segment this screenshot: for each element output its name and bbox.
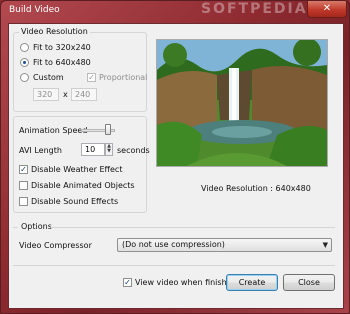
avi-length-unit: seconds — [117, 146, 150, 155]
view-when-finish-label[interactable]: View video when finish — [135, 278, 227, 287]
softpedia-watermark: SOFTPEDIA — [201, 1, 308, 17]
video-compressor-value: (Do not use compression) — [122, 240, 225, 249]
dialog-client-area: Video Resolution Fit to 320x240 Fit to 6… — [8, 23, 344, 309]
preview-frame — [156, 38, 328, 167]
close-button[interactable]: Close — [283, 274, 335, 291]
options-separator — [51, 227, 335, 228]
chevron-down-icon: ▼ — [322, 241, 328, 249]
proportional-label: Proportional — [99, 73, 148, 82]
custom-width-field[interactable]: 320 — [33, 88, 59, 101]
avi-length-spinner[interactable]: ▲ ▼ — [105, 143, 113, 156]
times-label: x — [63, 90, 68, 99]
view-when-finish-checkbox[interactable]: ✓ — [123, 278, 132, 287]
proportional-checkbox[interactable]: ✓ — [87, 73, 96, 82]
radio-custom[interactable] — [20, 73, 29, 82]
animation-speed-label: Animation Speed — [19, 126, 88, 135]
waterfall-landscape-image — [157, 38, 327, 166]
video-resolution-group: Video Resolution Fit to 320x240 Fit to 6… — [13, 27, 148, 112]
build-video-window: Build Video SOFTPEDIA ✕ Video Resolution… — [0, 0, 350, 314]
spin-down-icon[interactable]: ▼ — [106, 149, 112, 154]
options-legend: Options — [19, 222, 54, 231]
checkmark-icon: ✓ — [20, 165, 27, 174]
video-compressor-select[interactable]: (Do not use compression) ▼ — [117, 238, 332, 252]
disable-animated-objects-checkbox[interactable] — [19, 181, 28, 190]
video-compressor-label: Video Compressor — [19, 241, 92, 250]
window-close-button[interactable]: ✕ — [307, 1, 347, 18]
disable-sound-effects-label[interactable]: Disable Sound Effects — [31, 197, 118, 206]
avi-length-field[interactable]: 10 — [81, 143, 105, 156]
radio-fit-640x480[interactable] — [20, 58, 29, 67]
animation-speed-thumb[interactable] — [104, 124, 111, 135]
options-separator-left — [13, 227, 18, 228]
checkmark-icon: ✓ — [124, 278, 131, 287]
radio-fit-320x240[interactable] — [20, 43, 29, 52]
title-bar[interactable]: Build Video SOFTPEDIA ✕ — [1, 1, 349, 21]
radio-fit-640x480-label[interactable]: Fit to 640x480 — [33, 58, 91, 67]
checkmark-icon: ✓ — [88, 73, 95, 82]
disable-weather-label[interactable]: Disable Weather Effect — [31, 165, 122, 174]
animation-group: Animation Speed AVI Length 10 ▲ ▼ second… — [13, 116, 150, 213]
avi-length-label: AVI Length — [19, 146, 62, 155]
create-button[interactable]: Create — [226, 274, 278, 291]
video-resolution-legend: Video Resolution — [19, 27, 90, 36]
disable-animated-objects-label[interactable]: Disable Animated Objects — [31, 181, 135, 190]
preview-resolution-caption: Video Resolution : 640x480 — [201, 184, 311, 193]
footer-separator — [13, 265, 335, 266]
disable-sound-effects-checkbox[interactable] — [19, 197, 28, 206]
disable-weather-checkbox[interactable]: ✓ — [19, 165, 28, 174]
custom-height-field[interactable]: 240 — [71, 88, 97, 101]
window-title: Build Video — [9, 5, 60, 15]
radio-fit-320x240-label[interactable]: Fit to 320x240 — [33, 43, 91, 52]
close-icon: ✕ — [322, 3, 332, 14]
radio-custom-label[interactable]: Custom — [33, 73, 64, 82]
